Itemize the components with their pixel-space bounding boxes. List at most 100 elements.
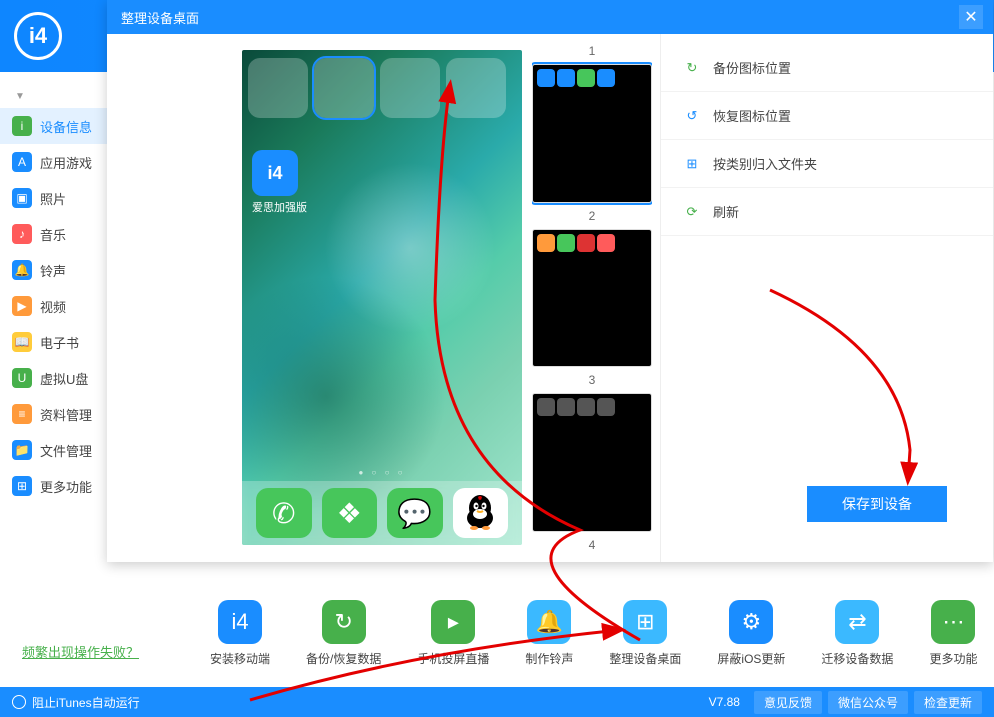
tool-1[interactable]: ↻备份/恢复数据 bbox=[306, 600, 381, 667]
sidebar-item-label: 电子书 bbox=[40, 333, 79, 352]
action-label: 备份图标位置 bbox=[713, 58, 791, 77]
right-actions-pane: ↻备份图标位置 ↺ 恢复图标位置 ⊞ 按类别归入文件夹 ⟳ 刷新 保存到设备 bbox=[660, 34, 993, 562]
sidebar-item-1[interactable]: A 应用游戏 bbox=[0, 144, 110, 180]
sidebar-icon: A bbox=[12, 152, 32, 172]
bottom-toolbar: i4安装移动端 ↻备份/恢复数据 ▸ 手机投屏直播 🔔 制作铃声 ⊞ 整理设备桌面 ⚙ 屏蔽iOS… bbox=[210, 600, 977, 667]
device-preview[interactable]: i4 爱思加强版 ● ○ ○ ○ ✆ ❖ 💬 bbox=[242, 50, 522, 545]
tool-label: 整理设备桌面 bbox=[609, 650, 681, 667]
sidebar-item-7[interactable]: U 虚拟U盘 bbox=[0, 360, 110, 396]
sidebar-item-6[interactable]: 📖 电子书 bbox=[0, 324, 110, 360]
sidebar-icon: U bbox=[12, 368, 32, 388]
sidebar-item-9[interactable]: 📁 文件管理 bbox=[0, 432, 110, 468]
page-number: 4 bbox=[532, 536, 652, 554]
chevron-down-icon[interactable]: ▼ bbox=[15, 91, 110, 102]
dock[interactable]: ✆ ❖ 💬 bbox=[242, 481, 522, 545]
page-thumb-1[interactable] bbox=[532, 64, 652, 203]
sidebar-item-label: 文件管理 bbox=[40, 441, 92, 460]
faq-link[interactable]: 频繁出现操作失败？ bbox=[22, 642, 139, 661]
sidebar-item-label: 音乐 bbox=[40, 225, 66, 244]
tool-6[interactable]: ⇄ 迁移设备数据 bbox=[821, 600, 893, 667]
sidebar-item-label: 设备信息 bbox=[40, 117, 92, 136]
tool-icon: ⊞ bbox=[623, 600, 667, 644]
sidebar-item-label: 虚拟U盘 bbox=[40, 369, 88, 388]
app-label: 爱思加强版 bbox=[252, 202, 307, 214]
page-thumb-3[interactable] bbox=[532, 393, 652, 532]
tool-3[interactable]: 🔔 制作铃声 bbox=[525, 600, 573, 667]
right-action-3[interactable]: ⟳ 刷新 bbox=[661, 188, 993, 236]
tool-icon: ⇄ bbox=[835, 600, 879, 644]
sidebar-item-10[interactable]: ⊞更多功能 bbox=[0, 468, 110, 504]
sidebar-item-3[interactable]: ♪音乐 bbox=[0, 216, 110, 252]
right-action-0[interactable]: ↻备份图标位置 bbox=[661, 44, 993, 92]
action-label: 恢复图标位置 bbox=[713, 106, 791, 125]
sidebar-item-8[interactable]: ≡ 资料管理 bbox=[0, 396, 110, 432]
app-logo: i4 bbox=[14, 12, 62, 60]
desktop-organizer-modal: 整理设备桌面 ✕ i4 爱思加强版 ● ○ ○ ○ ✆ ❖ 💬 bbox=[107, 0, 993, 562]
tool-2[interactable]: ▸ 手机投屏直播 bbox=[417, 600, 489, 667]
wechat-icon[interactable]: ❖ bbox=[322, 488, 378, 538]
right-action-2[interactable]: ⊞ 按类别归入文件夹 bbox=[661, 140, 993, 188]
i4-app-icon[interactable]: i4 爱思加强版 bbox=[252, 150, 307, 215]
action-icon: ↺ bbox=[683, 107, 701, 125]
page-number: 1 bbox=[532, 42, 652, 60]
app-icon-selected[interactable] bbox=[314, 58, 374, 118]
action-label: 按类别归入文件夹 bbox=[713, 154, 817, 173]
tool-label: 手机投屏直播 bbox=[417, 650, 489, 667]
tool-5[interactable]: ⚙ 屏蔽iOS更新 bbox=[717, 600, 785, 667]
sidebar-item-label: 铃声 bbox=[40, 261, 66, 280]
action-label: 刷新 bbox=[713, 202, 739, 221]
save-to-device-button[interactable]: 保存到设备 bbox=[807, 486, 947, 522]
feedback-button[interactable]: 意见反馈 bbox=[754, 691, 822, 714]
wechat-official-button[interactable]: 微信公众号 bbox=[828, 691, 908, 714]
tool-7[interactable]: ⋯更多功能 bbox=[929, 600, 977, 667]
home-icon-row[interactable] bbox=[248, 58, 516, 118]
qq-icon[interactable] bbox=[453, 488, 509, 538]
app-icon[interactable] bbox=[446, 58, 506, 118]
tool-label: 制作铃声 bbox=[525, 650, 573, 667]
sidebar-icon: 📁 bbox=[12, 440, 32, 460]
sidebar-icon: ▣ bbox=[12, 188, 32, 208]
tool-icon: ⚙ bbox=[729, 600, 773, 644]
sidebar-icon: i bbox=[12, 116, 32, 136]
sidebar-item-4[interactable]: 🔔 铃声 bbox=[0, 252, 110, 288]
sidebar-item-2[interactable]: ▣ 照片 bbox=[0, 180, 110, 216]
app-icon[interactable] bbox=[248, 58, 308, 118]
tool-label: 更多功能 bbox=[929, 650, 977, 667]
sidebar-icon: 📖 bbox=[12, 332, 32, 352]
tool-icon: ▸ bbox=[431, 600, 475, 644]
tool-label: 迁移设备数据 bbox=[821, 650, 893, 667]
tool-icon: 🔔 bbox=[527, 600, 571, 644]
app-folder-icon[interactable] bbox=[380, 58, 440, 118]
action-icon: ⟳ bbox=[683, 203, 701, 221]
tool-label: 屏蔽iOS更新 bbox=[717, 650, 785, 667]
sidebar-icon: ≡ bbox=[12, 404, 32, 424]
check-update-button[interactable]: 检查更新 bbox=[914, 691, 982, 714]
page-number: 3 bbox=[532, 371, 652, 389]
sidebar-item-label: 资料管理 bbox=[40, 405, 92, 424]
action-icon: ⊞ bbox=[683, 155, 701, 173]
sidebar-icon: ⊞ bbox=[12, 476, 32, 496]
modal-titlebar: 整理设备桌面 ✕ bbox=[107, 0, 993, 34]
messages-icon[interactable]: 💬 bbox=[387, 488, 443, 538]
right-action-1[interactable]: ↺ 恢复图标位置 bbox=[661, 92, 993, 140]
sidebar: ▼ i 设备信息 A 应用游戏 ▣ 照片 ♪音乐 🔔 铃声 ▶ 视频 📖 电子书 U 虚拟U盘 ≡ 资料管理 📁 文… bbox=[0, 85, 110, 504]
sidebar-item-5[interactable]: ▶ 视频 bbox=[0, 288, 110, 324]
page-number: 2 bbox=[532, 207, 652, 225]
page-dots: ● ○ ○ ○ bbox=[242, 468, 522, 477]
footer-bar: 阻止iTunes自动运行 V7.88 意见反馈 微信公众号 检查更新 bbox=[0, 687, 994, 717]
sidebar-icon: ▶ bbox=[12, 296, 32, 316]
modal-title: 整理设备桌面 bbox=[121, 8, 199, 27]
tool-4[interactable]: ⊞ 整理设备桌面 bbox=[609, 600, 681, 667]
page-thumb-2[interactable] bbox=[532, 229, 652, 368]
sidebar-item-0[interactable]: i 设备信息 bbox=[0, 108, 110, 144]
sidebar-item-label: 照片 bbox=[40, 189, 66, 208]
sidebar-icon: 🔔 bbox=[12, 260, 32, 280]
itunes-block-toggle[interactable]: 阻止iTunes自动运行 bbox=[32, 694, 140, 711]
phone-icon[interactable]: ✆ bbox=[256, 488, 312, 538]
close-icon[interactable]: ✕ bbox=[959, 5, 983, 29]
sidebar-item-label: 视频 bbox=[40, 297, 66, 316]
sidebar-item-label: 应用游戏 bbox=[40, 153, 92, 172]
tool-0[interactable]: i4安装移动端 bbox=[210, 600, 270, 667]
circle-icon bbox=[12, 695, 26, 709]
tool-icon: ↻ bbox=[322, 600, 366, 644]
